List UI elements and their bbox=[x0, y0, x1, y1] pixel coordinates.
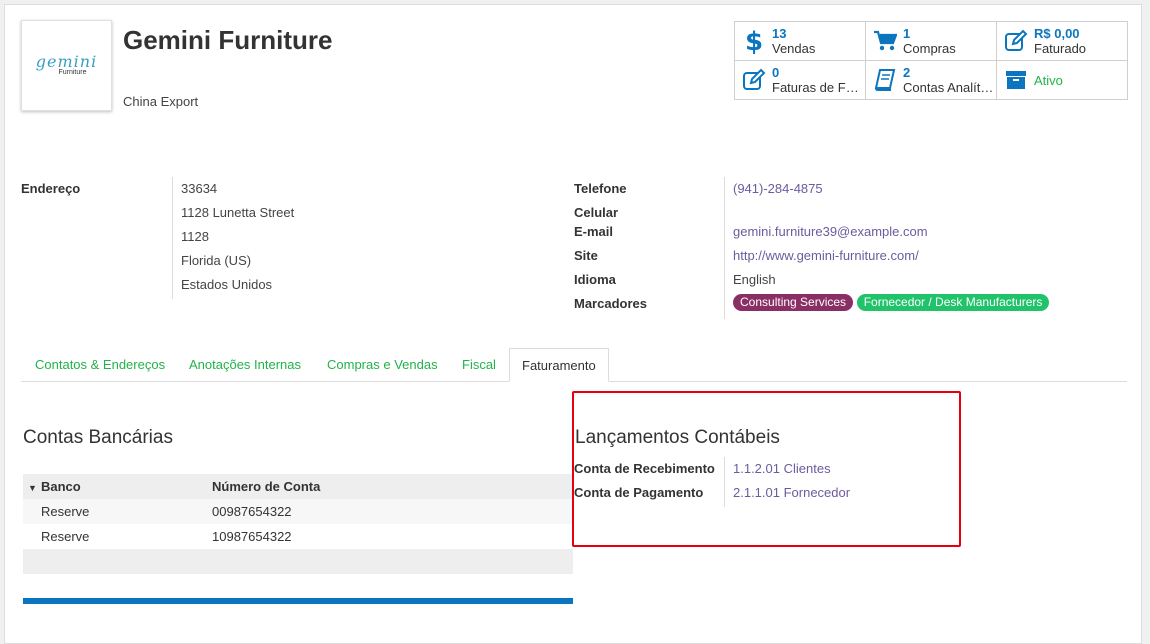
vendor-bills-count: 0 bbox=[772, 65, 780, 80]
purchases-label: Compras bbox=[903, 41, 956, 56]
bank-accounts-table: ▼ Banco Número de Conta Reserve 009876543… bbox=[23, 474, 573, 574]
email-link[interactable]: gemini.furniture39@example.com bbox=[733, 224, 928, 239]
svg-text:$: $ bbox=[745, 28, 763, 54]
sales-count: 13 bbox=[772, 26, 787, 41]
partner-avatar[interactable]: gemini Furniture bbox=[21, 20, 112, 111]
scroll-progress-bar bbox=[23, 598, 573, 604]
tag-desk-manufacturers[interactable]: Fornecedor / Desk Manufacturers bbox=[856, 294, 1050, 311]
contact-divider bbox=[724, 177, 725, 319]
address-street2[interactable]: 1128 bbox=[181, 229, 209, 244]
tab-contacts-addresses[interactable]: Contatos & Endereços bbox=[35, 348, 165, 382]
archive-icon bbox=[1003, 67, 1029, 93]
dollar-icon: $ bbox=[741, 28, 767, 54]
partner-form-sheet: gemini Furniture Gemini Furniture China … bbox=[4, 4, 1142, 644]
sales-label: Vendas bbox=[772, 41, 816, 56]
pencil-square-icon bbox=[1003, 28, 1029, 54]
table-row[interactable]: Reserve 10987654322 bbox=[23, 524, 573, 549]
address-country[interactable]: Estados Unidos bbox=[181, 277, 272, 292]
book-icon bbox=[872, 67, 898, 93]
phone-label: Telefone bbox=[574, 181, 627, 196]
column-bank[interactable]: ▼ Banco bbox=[23, 479, 212, 494]
account-cell: 10987654322 bbox=[212, 529, 292, 544]
caret-down-icon: ▼ bbox=[28, 483, 37, 493]
site-label: Site bbox=[574, 248, 598, 263]
active-toggle-button[interactable]: Ativo bbox=[997, 61, 1127, 99]
active-status: Ativo bbox=[1034, 72, 1063, 88]
logo-subtext: Furniture bbox=[58, 68, 87, 76]
table-row[interactable]: Reserve 00987654322 bbox=[23, 499, 573, 524]
address-divider bbox=[172, 177, 173, 299]
address-label: Endereço bbox=[21, 181, 81, 196]
smart-buttons: $ 13 Vendas 1 Compras R$ 0,00 Faturado 0 Fat… bbox=[734, 21, 1128, 100]
analytic-accounts-count: 2 bbox=[903, 65, 911, 80]
account-cell: 00987654322 bbox=[212, 504, 292, 519]
tab-sales-purchases[interactable]: Compras e Vendas bbox=[327, 348, 438, 382]
highlight-box bbox=[572, 391, 961, 547]
notebook-tabs: Contatos & Endereços Anotações Internas … bbox=[21, 348, 1127, 382]
invoiced-label: Faturado bbox=[1034, 41, 1087, 56]
partner-name: Gemini Furniture bbox=[123, 25, 333, 55]
partner-company[interactable]: China Export bbox=[123, 94, 198, 109]
language-value[interactable]: English bbox=[733, 272, 776, 287]
bank-accounts-title: Contas Bancárias bbox=[23, 427, 173, 448]
bank-cell: Reserve bbox=[41, 504, 90, 519]
table-footer bbox=[23, 549, 573, 574]
analytic-accounts-button[interactable]: 2 Contas Analíti… bbox=[866, 61, 997, 99]
sales-button[interactable]: $ 13 Vendas bbox=[735, 22, 866, 61]
address-zip[interactable]: 33634 bbox=[181, 181, 217, 196]
address-state[interactable]: Florida (US) bbox=[181, 253, 251, 268]
invoiced-button[interactable]: R$ 0,00 Faturado bbox=[997, 22, 1127, 61]
phone-link[interactable]: (941)-284-4875 bbox=[733, 181, 823, 196]
address-street[interactable]: 1128 Lunetta Street bbox=[181, 205, 294, 220]
tags-label: Marcadores bbox=[574, 296, 647, 311]
tag-consulting-services[interactable]: Consulting Services bbox=[733, 294, 854, 311]
logo-text: gemini bbox=[35, 51, 98, 71]
language-label: Idioma bbox=[574, 272, 616, 287]
website-link[interactable]: http://www.gemini-furniture.com/ bbox=[733, 248, 919, 263]
vendor-bills-label: Faturas de Fo… bbox=[772, 80, 864, 95]
mobile-label: Celular bbox=[574, 205, 619, 220]
invoiced-amount: R$ 0,00 bbox=[1034, 26, 1080, 41]
tab-fiscal[interactable]: Fiscal bbox=[462, 348, 496, 382]
pencil-square-icon bbox=[741, 67, 767, 93]
email-label: E-mail bbox=[574, 224, 614, 239]
bank-cell: Reserve bbox=[41, 529, 90, 544]
vendor-bills-button[interactable]: 0 Faturas de Fo… bbox=[735, 61, 866, 99]
tab-internal-notes[interactable]: Anotações Internas bbox=[189, 348, 301, 382]
cart-icon bbox=[872, 28, 898, 54]
table-header: ▼ Banco Número de Conta bbox=[23, 474, 573, 499]
tab-invoicing[interactable]: Faturamento bbox=[509, 348, 609, 382]
analytic-accounts-label: Contas Analíti… bbox=[903, 80, 995, 95]
tags-list: Consulting Services Fornecedor / Desk Ma… bbox=[733, 294, 1050, 311]
purchases-count: 1 bbox=[903, 26, 911, 41]
column-account-number[interactable]: Número de Conta bbox=[212, 479, 573, 494]
purchases-button[interactable]: 1 Compras bbox=[866, 22, 997, 61]
